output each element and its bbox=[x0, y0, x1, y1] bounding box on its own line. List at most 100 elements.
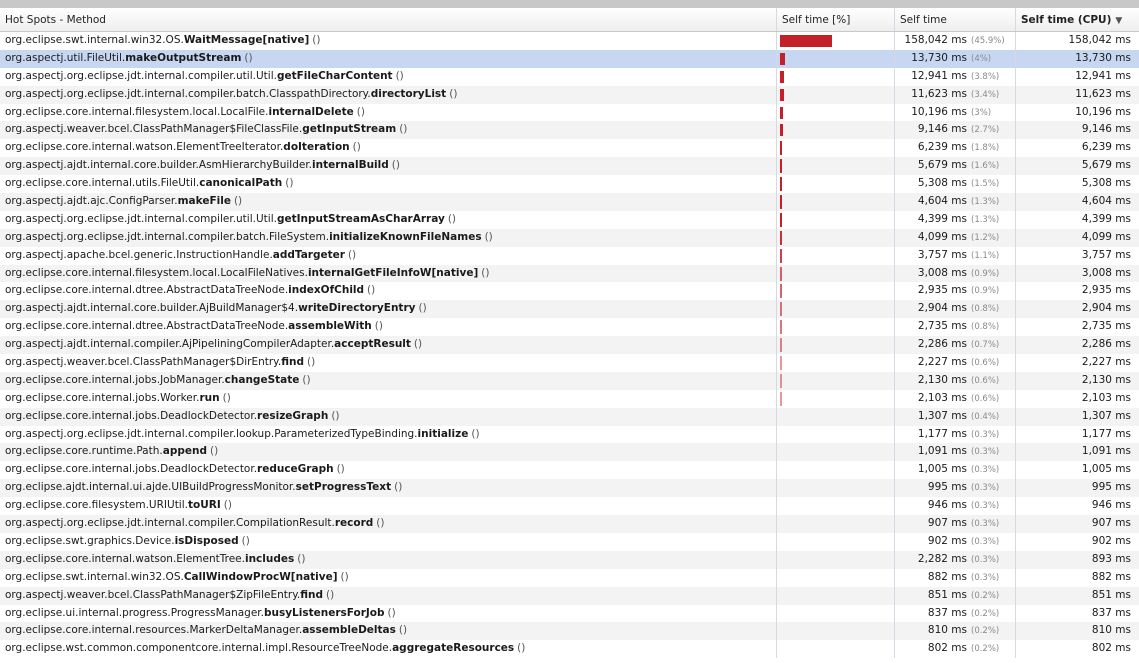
method-package: org.eclipse.swt.internal.win32.OS. bbox=[5, 34, 184, 46]
column-header-self-time[interactable]: Self time bbox=[894, 8, 1015, 31]
self-time-bar-cell bbox=[776, 300, 894, 319]
table-row[interactable]: org.aspectj.org.eclipse.jdt.internal.com… bbox=[0, 85, 1139, 104]
method-params: () bbox=[340, 570, 349, 583]
self-time-percent: (0.2%) bbox=[971, 590, 1000, 601]
table-row[interactable]: org.eclipse.swt.internal.win32.OS.WaitMe… bbox=[0, 32, 1139, 50]
table-row[interactable]: org.eclipse.core.internal.jobs.Worker.ru… bbox=[0, 389, 1139, 408]
self-time-cpu-cell: 902 ms bbox=[1015, 532, 1135, 551]
table-row[interactable]: org.eclipse.swt.internal.win32.OS.CallWi… bbox=[0, 568, 1139, 587]
table-row[interactable]: org.eclipse.ui.internal.progress.Progres… bbox=[0, 604, 1139, 623]
method-cell: org.eclipse.core.internal.resources.Mark… bbox=[0, 622, 776, 640]
table-row[interactable]: org.aspectj.util.FileUtil.makeOutputStre… bbox=[0, 49, 1139, 68]
method-name: find bbox=[300, 588, 324, 601]
self-time-cell: 9,146 ms (2.7%) bbox=[894, 121, 1015, 140]
self-time-cpu-cell: 2,227 ms bbox=[1015, 354, 1135, 372]
table-row[interactable]: org.eclipse.wst.common.componentcore.int… bbox=[0, 640, 1139, 659]
table-row[interactable]: org.eclipse.core.internal.filesystem.loc… bbox=[0, 264, 1139, 283]
self-time-bar-cell bbox=[776, 121, 894, 140]
table-row[interactable]: org.eclipse.core.filesystem.URIUtil.toUR… bbox=[0, 497, 1139, 516]
self-time-cpu-cell: 2,735 ms bbox=[1015, 318, 1135, 337]
self-time-percent: (1.3%) bbox=[971, 197, 1000, 208]
method-cell: org.aspectj.org.eclipse.jdt.internal.com… bbox=[0, 229, 776, 247]
self-time-percent: (1.3%) bbox=[971, 214, 1000, 225]
table-row[interactable]: org.aspectj.weaver.bcel.ClassPathManager… bbox=[0, 121, 1139, 140]
method-params: () bbox=[209, 445, 219, 458]
self-time-cpu-cell: 946 ms bbox=[1015, 497, 1135, 516]
method-cell: org.eclipse.wst.common.componentcore.int… bbox=[0, 640, 776, 658]
self-time-cell: 5,308 ms (1.5%) bbox=[894, 175, 1015, 194]
table-row[interactable]: org.eclipse.core.internal.watson.Element… bbox=[0, 139, 1139, 158]
self-time-bar-cell bbox=[776, 515, 894, 533]
self-time-bar bbox=[780, 266, 782, 281]
self-time-percent: (0.6%) bbox=[971, 393, 1000, 404]
self-time-value: 13,730 ms bbox=[911, 51, 967, 64]
self-time-bar bbox=[780, 248, 782, 263]
self-time-cell: 1,091 ms (0.3%) bbox=[894, 443, 1015, 462]
method-cell: org.eclipse.swt.internal.win32.OS.WaitMe… bbox=[0, 32, 776, 50]
table-row[interactable]: org.aspectj.apache.bcel.generic.Instruct… bbox=[0, 246, 1139, 265]
table-row[interactable]: org.eclipse.ajdt.internal.ui.ajde.UIBuil… bbox=[0, 479, 1139, 498]
method-params: () bbox=[336, 463, 345, 476]
table-row[interactable]: org.eclipse.core.internal.watson.Element… bbox=[0, 550, 1139, 569]
table-row[interactable]: org.aspectj.ajdt.internal.compiler.AjPip… bbox=[0, 336, 1139, 355]
table-row[interactable]: org.aspectj.ajdt.internal.core.builder.A… bbox=[0, 300, 1139, 319]
column-header-self-time-cpu[interactable]: Self time (CPU) ▼ bbox=[1015, 8, 1135, 31]
table-row[interactable]: org.eclipse.core.internal.jobs.DeadlockD… bbox=[0, 407, 1139, 426]
table-row[interactable]: org.aspectj.org.eclipse.jdt.internal.com… bbox=[0, 67, 1139, 86]
self-time-cell: 4,099 ms (1.2%) bbox=[894, 228, 1015, 247]
table-row[interactable]: org.aspectj.weaver.bcel.ClassPathManager… bbox=[0, 354, 1139, 372]
table-row[interactable]: org.aspectj.org.eclipse.jdt.internal.com… bbox=[0, 515, 1139, 533]
method-cell: org.aspectj.org.eclipse.jdt.internal.com… bbox=[0, 515, 776, 533]
self-time-cell: 810 ms (0.2%) bbox=[894, 622, 1015, 641]
method-cell: org.aspectj.ajdt.internal.core.builder.A… bbox=[0, 300, 776, 318]
column-header-self-time-percent[interactable]: Self time [%] bbox=[776, 8, 894, 31]
table-row[interactable]: org.eclipse.core.runtime.Path.append() 1,… bbox=[0, 443, 1139, 462]
method-params: () bbox=[302, 373, 311, 386]
self-time-bar bbox=[780, 52, 785, 65]
self-time-percent: (0.9%) bbox=[971, 286, 1000, 297]
self-time-bar bbox=[780, 106, 784, 119]
method-package: org.aspectj.weaver.bcel.ClassPathManager… bbox=[5, 356, 282, 369]
table-row[interactable]: org.aspectj.ajdt.internal.core.builder.A… bbox=[0, 157, 1139, 176]
self-time-bar-cell bbox=[776, 175, 894, 194]
table-row[interactable]: org.aspectj.org.eclipse.jdt.internal.com… bbox=[0, 425, 1139, 444]
self-time-value: 11,623 ms bbox=[911, 87, 967, 100]
self-time-cell: 995 ms (0.3%) bbox=[894, 479, 1015, 498]
table-row[interactable]: org.eclipse.core.internal.filesystem.loc… bbox=[0, 103, 1139, 122]
table-row[interactable]: org.eclipse.core.internal.dtree.Abstract… bbox=[0, 318, 1139, 337]
method-params: () bbox=[387, 606, 396, 619]
table-row[interactable]: org.eclipse.swt.graphics.Device.isDispos… bbox=[0, 532, 1139, 551]
method-params: () bbox=[244, 51, 253, 64]
method-name: setProgressText bbox=[295, 481, 392, 494]
table-row[interactable]: org.aspectj.weaver.bcel.ClassPathManager… bbox=[0, 586, 1139, 605]
method-name: aggregateResources bbox=[392, 642, 515, 655]
method-cell: org.eclipse.core.internal.jobs.Worker.ru… bbox=[0, 390, 776, 408]
self-time-cell: 2,935 ms (0.9%) bbox=[894, 282, 1015, 301]
self-time-cpu-cell: 6,239 ms bbox=[1015, 139, 1135, 158]
self-time-value: 4,604 ms bbox=[917, 195, 967, 208]
method-cell: org.eclipse.core.internal.jobs.JobManage… bbox=[0, 372, 776, 390]
self-time-bar-cell bbox=[776, 318, 894, 337]
method-name: acceptResult bbox=[334, 338, 411, 351]
method-name: WaitMessage[native] bbox=[183, 34, 310, 46]
method-params: () bbox=[222, 391, 231, 404]
table-row[interactable]: org.aspectj.org.eclipse.jdt.internal.com… bbox=[0, 210, 1139, 229]
table-row[interactable]: org.eclipse.core.internal.utils.FileUtil… bbox=[0, 175, 1139, 194]
method-params: () bbox=[374, 320, 383, 333]
table-row[interactable]: org.eclipse.core.internal.jobs.JobManage… bbox=[0, 371, 1139, 390]
column-header-method[interactable]: Hot Spots - Method bbox=[0, 8, 776, 31]
self-time-cell: 946 ms (0.3%) bbox=[894, 497, 1015, 516]
self-time-bar bbox=[780, 159, 782, 174]
table-row[interactable]: org.aspectj.ajdt.ajc.ConfigParser.makeFi… bbox=[0, 193, 1139, 211]
method-package: org.aspectj.org.eclipse.jdt.internal.com… bbox=[5, 230, 330, 243]
self-time-value: 946 ms bbox=[927, 499, 967, 512]
table-row[interactable]: org.eclipse.core.internal.jobs.DeadlockD… bbox=[0, 461, 1139, 480]
table-row[interactable]: org.aspectj.org.eclipse.jdt.internal.com… bbox=[0, 228, 1139, 247]
table-row[interactable]: org.eclipse.core.internal.resources.Mark… bbox=[0, 622, 1139, 641]
self-time-bar-cell bbox=[776, 371, 894, 390]
self-time-bar-cell bbox=[776, 479, 894, 498]
table-row[interactable]: org.eclipse.core.internal.dtree.Abstract… bbox=[0, 282, 1139, 301]
table-body: org.eclipse.swt.internal.win32.OS.WaitMe… bbox=[0, 32, 1139, 659]
self-time-bar bbox=[780, 70, 785, 83]
self-time-bar-cell bbox=[776, 246, 894, 265]
